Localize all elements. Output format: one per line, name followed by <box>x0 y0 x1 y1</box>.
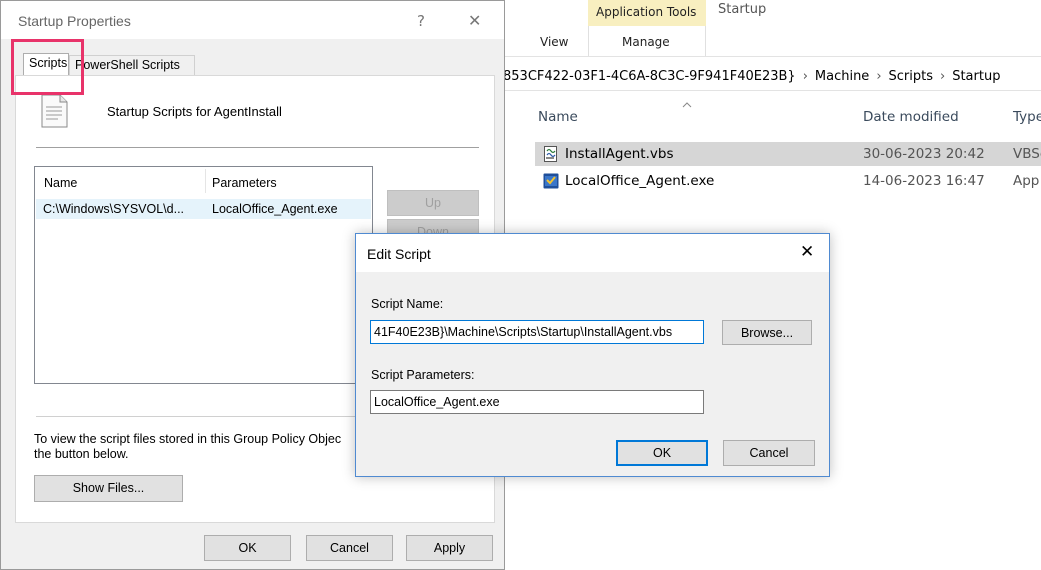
vbs-script-icon <box>543 146 559 162</box>
file-name: LocalOffice_Agent.exe <box>565 173 715 189</box>
cancel-button[interactable]: Cancel <box>306 535 393 561</box>
breadcrumb-chevron-icon: › <box>802 69 808 84</box>
scripts-tab-highlight <box>11 39 84 95</box>
ribbon-divider <box>498 56 1041 57</box>
script-name-label: Script Name: <box>371 297 444 311</box>
file-type: VBSc <box>1013 146 1041 162</box>
address-divider <box>498 90 1041 91</box>
script-path: C:\Windows\SYSVOL\d... <box>43 202 185 216</box>
script-parameters-input[interactable]: LocalOffice_Agent.exe <box>370 390 704 414</box>
breadcrumb-scripts[interactable]: Scripts <box>889 69 933 84</box>
dialog-title: Edit Script <box>367 246 431 262</box>
script-name-input[interactable]: 41F40E23B}\Machine\Scripts\Startup\Insta… <box>370 320 704 344</box>
show-files-button[interactable]: Show Files... <box>34 475 183 502</box>
ribbon-tab-startup[interactable]: Startup <box>718 2 766 17</box>
close-button[interactable]: ✕ <box>800 242 814 262</box>
scripts-heading: Startup Scripts for AgentInstall <box>107 104 282 119</box>
breadcrumb-machine[interactable]: Machine <box>815 69 869 84</box>
cancel-button[interactable]: Cancel <box>723 440 815 466</box>
breadcrumb-chevron-icon: › <box>940 69 946 84</box>
script-parameters: LocalOffice_Agent.exe <box>212 202 338 216</box>
script-document-icon <box>36 93 72 129</box>
file-date: 30-06-2023 20:42 <box>863 146 985 162</box>
edit-script-dialog: Edit Script ✕ Script Name: 41F40E23B}\Ma… <box>355 233 830 477</box>
script-parameters-value: LocalOffice_Agent.exe <box>374 395 500 409</box>
tab-powershell-scripts[interactable]: PowerShell Scripts <box>69 55 195 75</box>
dialog-title: Startup Properties <box>18 13 131 29</box>
exe-app-icon <box>543 173 559 189</box>
file-row[interactable]: InstallAgent.vbs 30-06-2023 20:42 VBSc <box>535 142 1041 166</box>
column-header-parameters[interactable]: Parameters <box>212 176 277 190</box>
ribbon-tab-manage[interactable]: Manage <box>622 35 670 49</box>
info-text-line1: To view the script files stored in this … <box>34 432 342 446</box>
ribbon-group-application-tools: Application Tools <box>596 5 697 19</box>
file-row[interactable]: LocalOffice_Agent.exe 14-06-2023 16:47 A… <box>535 169 1041 193</box>
ribbon-tab-view[interactable]: View <box>540 35 568 49</box>
ok-button[interactable]: OK <box>616 440 708 466</box>
sort-up-icon <box>682 96 692 108</box>
column-header-date-modified[interactable]: Date modified <box>863 109 959 125</box>
breadcrumb-startup[interactable]: Startup <box>952 69 1000 84</box>
script-name-value: 41F40E23B}\Machine\Scripts\Startup\Insta… <box>374 325 673 339</box>
script-row[interactable]: C:\Windows\SYSVOL\d... LocalOffice_Agent… <box>36 199 371 219</box>
column-header-name[interactable]: Name <box>538 109 578 125</box>
file-name: InstallAgent.vbs <box>565 146 674 162</box>
script-parameters-label: Script Parameters: <box>371 368 475 382</box>
info-text-line2: the button below. <box>34 447 129 461</box>
breadcrumb-chevron-icon: › <box>876 69 882 84</box>
close-button[interactable]: ✕ <box>468 11 481 30</box>
breadcrumb-guid[interactable]: 853CF422-03F1-4C6A-8C3C-9F941F40E23B} <box>503 69 796 84</box>
scripts-list[interactable]: Name Parameters C:\Windows\SYSVOL\d... L… <box>34 166 373 384</box>
address-bar[interactable]: 853CF422-03F1-4C6A-8C3C-9F941F40E23B} › Ma… <box>503 69 1000 84</box>
file-date: 14-06-2023 16:47 <box>863 173 985 189</box>
column-header-name[interactable]: Name <box>44 176 77 190</box>
file-type: App <box>1013 173 1040 189</box>
heading-divider <box>36 147 479 148</box>
up-button[interactable]: Up <box>387 190 479 216</box>
apply-button[interactable]: Apply <box>406 535 493 561</box>
help-button[interactable]: ? <box>417 12 425 30</box>
column-divider <box>205 169 206 193</box>
column-header-type[interactable]: Type <box>1013 109 1041 125</box>
browse-button[interactable]: Browse... <box>722 320 812 345</box>
ok-button[interactable]: OK <box>204 535 291 561</box>
